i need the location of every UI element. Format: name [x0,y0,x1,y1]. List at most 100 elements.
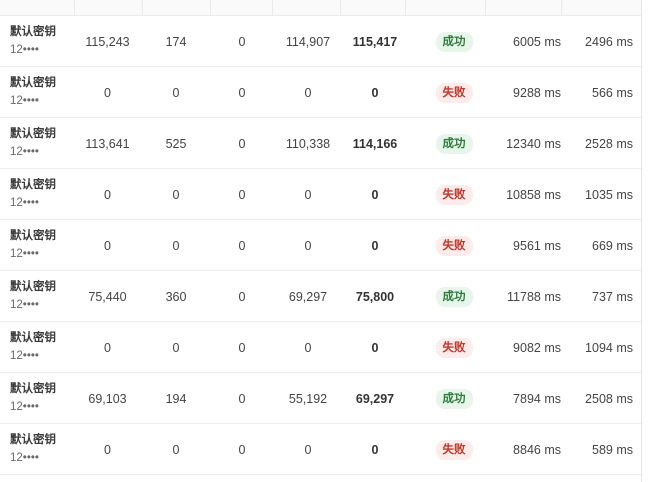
status-badge: 成功 [435,133,473,154]
table-row[interactable]: 默认密钥 12•••• 0 0 0 0 0 失败 10858 ms 1035 m… [0,169,641,220]
status-badge: 成功 [435,388,473,409]
latency-cell-2: 2496 ms [585,34,633,49]
key-name: 默认密钥 [10,230,56,242]
status-cell: 成功 [414,271,494,322]
status-badge: 成功 [435,286,473,307]
latency-cell-1: 10858 ms [506,187,561,202]
total-cell: 0 [371,238,379,253]
value-cell-4: 0 [304,85,312,100]
value-cell-4: 0 [304,187,312,202]
total-cell: 0 [371,85,379,100]
latency-cell-1: 7894 ms [513,391,561,406]
key-mask: 12•••• [10,197,39,209]
table-row[interactable]: 默认密钥 12•••• 0 0 0 0 0 失败 9561 ms 669 ms [0,220,641,271]
value-cell-3: 0 [238,289,246,304]
latency-cell-2: 1035 ms [585,187,633,202]
header-divider [210,0,211,15]
value-cell-2: 0 [172,85,180,100]
total-cell: 0 [371,187,379,202]
usage-log-table: 默认密钥 12•••• 115,243 174 0 114,907 115,41… [0,0,648,482]
key-name: 默认密钥 [10,383,56,395]
value-cell-2: 360 [165,289,187,304]
latency-cell-2: 737 ms [592,289,633,304]
value-cell-3: 0 [238,238,246,253]
total-cell: 0 [371,340,379,355]
table-row[interactable]: 默认密钥 12•••• 113,641 525 0 110,338 114,16… [0,118,641,169]
value-cell-3: 0 [238,442,246,457]
key-mask: 12•••• [10,95,39,107]
value-cell-2: 0 [172,340,180,355]
status-cell: 失败 [414,322,494,373]
header-divider [272,0,273,15]
value-cell-3: 0 [238,85,246,100]
latency-cell-2: 589 ms [592,442,633,457]
key-name: 默认密钥 [10,77,56,89]
table-row[interactable]: 默认密钥 12•••• 0 0 0 0 0 失败 9082 ms 1094 ms [0,322,641,373]
value-cell-3: 0 [238,187,246,202]
key-mask: 12•••• [10,452,39,464]
value-cell-4: 110,338 [285,136,331,151]
key-mask: 12•••• [10,248,39,260]
value-cell-2: 0 [172,238,180,253]
latency-cell-1: 11788 ms [507,289,561,304]
value-cell-1: 0 [104,238,111,253]
value-cell-4: 0 [304,442,312,457]
latency-cell-1: 9288 ms [513,85,561,100]
header-divider [340,0,341,15]
value-cell-1: 0 [104,85,111,100]
value-cell-2: 0 [172,187,180,202]
table-row[interactable]: 默认密钥 12•••• 0 0 0 0 0 失败 9288 ms 566 ms [0,67,641,118]
status-cell: 失败 [414,169,494,220]
value-cell-2: 174 [165,34,187,49]
value-cell-4: 0 [304,238,312,253]
value-cell-1: 0 [104,442,111,457]
latency-cell-2: 566 ms [592,85,633,100]
key-mask: 12•••• [10,401,39,413]
value-cell-1: 75,440 [88,289,127,304]
key-mask: 12•••• [10,44,39,56]
value-cell-4: 69,297 [288,289,328,304]
table-row[interactable]: 默认密钥 12•••• 75,440 360 0 69,297 75,800 成… [0,271,641,322]
status-cell: 成功 [414,16,494,67]
value-cell-1: 113,641 [85,136,130,151]
table-body: 默认密钥 12•••• 115,243 174 0 114,907 115,41… [0,16,641,475]
value-cell-1: 115,243 [85,34,130,49]
value-cell-3: 0 [238,136,246,151]
status-badge: 失败 [435,235,473,256]
key-name: 默认密钥 [10,434,56,446]
key-mask: 12•••• [10,350,39,362]
scroll-edge [641,0,642,482]
value-cell-1: 0 [104,340,111,355]
table-row[interactable]: 默认密钥 12•••• 0 0 0 0 0 失败 8846 ms 589 ms [0,424,641,475]
table-row[interactable]: 默认密钥 12•••• 115,243 174 0 114,907 115,41… [0,16,641,67]
status-badge: 失败 [435,337,473,358]
key-name: 默认密钥 [10,128,56,140]
latency-cell-2: 2528 ms [585,136,633,151]
status-cell: 失败 [414,220,494,271]
header-divider [142,0,143,15]
value-cell-3: 0 [238,391,246,406]
table-header [0,0,641,16]
total-cell: 69,297 [355,391,395,406]
value-cell-4: 55,192 [288,391,328,406]
value-cell-2: 194 [165,391,187,406]
key-name: 默认密钥 [10,281,56,293]
value-cell-2: 525 [165,136,187,151]
status-badge: 失败 [435,82,473,103]
status-cell: 成功 [414,118,494,169]
status-badge: 失败 [435,439,473,460]
key-name: 默认密钥 [10,26,56,38]
latency-cell-1: 6005 ms [513,34,561,49]
key-name: 默认密钥 [10,179,56,191]
table-row[interactable]: 默认密钥 12•••• 69,103 194 0 55,192 69,297 成… [0,373,641,424]
latency-cell-2: 669 ms [592,238,633,253]
value-cell-3: 0 [238,34,246,49]
total-cell: 115,417 [352,34,398,49]
header-divider [405,0,406,15]
status-badge: 成功 [435,31,473,52]
header-divider [485,0,486,15]
latency-cell-1: 9561 ms [513,238,561,253]
latency-cell-1: 12340 ms [506,136,561,151]
status-cell: 失败 [414,424,494,475]
value-cell-4: 114,907 [285,34,331,49]
